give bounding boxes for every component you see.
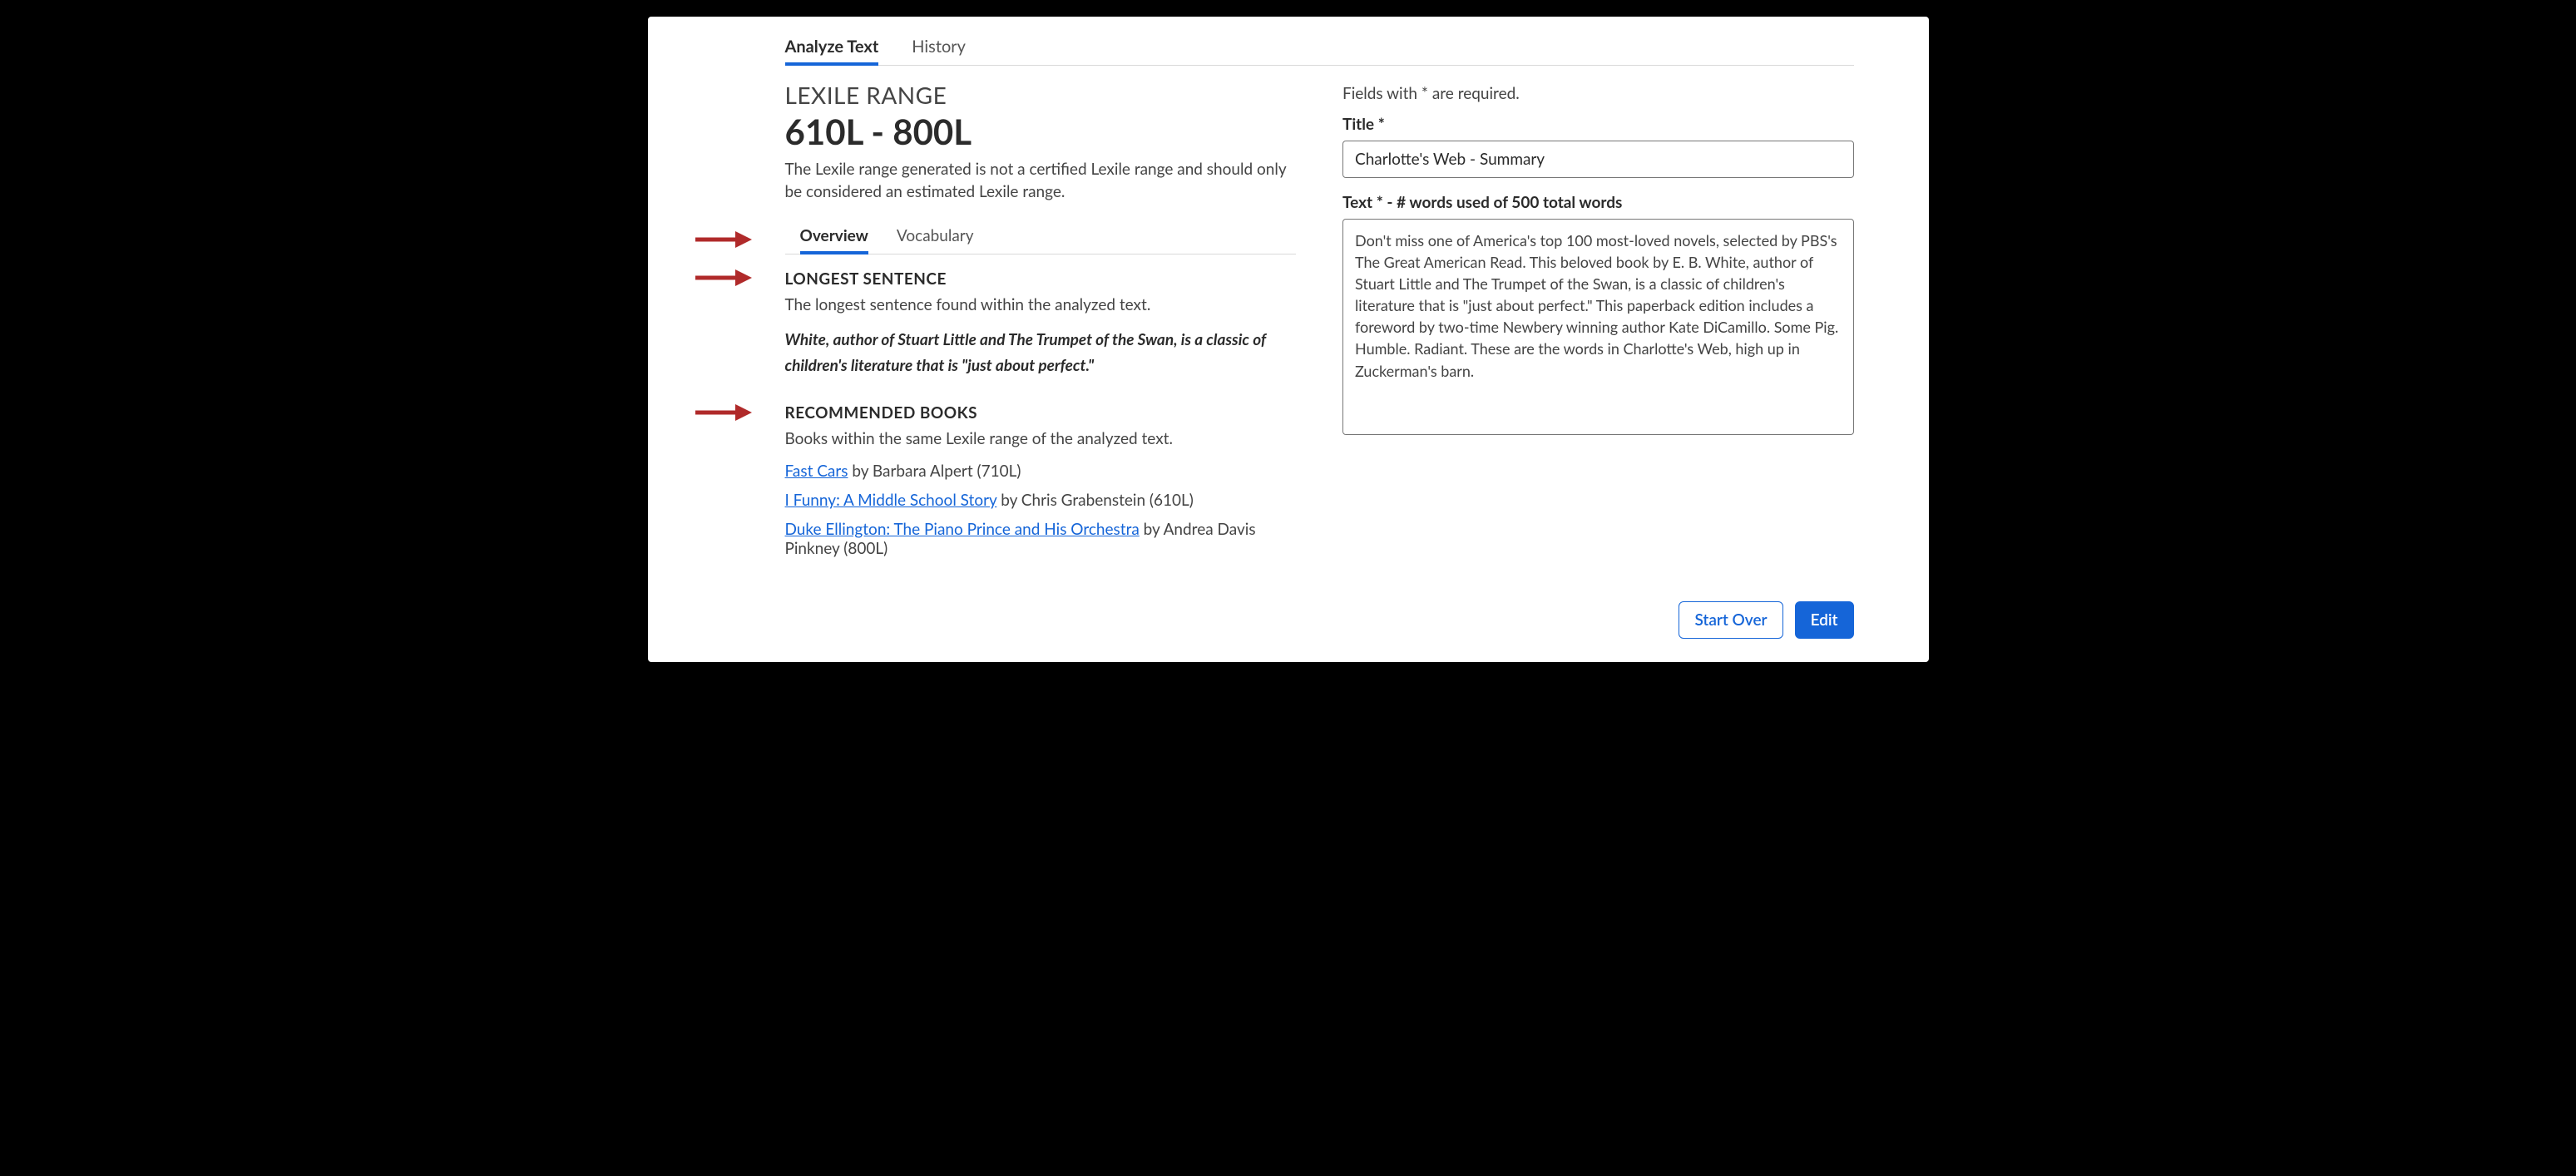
lexile-range-value: 610L - 800L <box>785 111 1297 152</box>
book-item: Duke Ellington: The Piano Prince and His… <box>785 520 1297 558</box>
book-link[interactable]: I Funny: A Middle School Story <box>785 491 997 510</box>
top-tab-bar: Analyze Text History <box>785 17 1854 66</box>
longest-sentence-heading: LONGEST SENTENCE <box>785 269 1297 289</box>
book-item: I Funny: A Middle School Story by Chris … <box>785 491 1297 510</box>
recommended-books-heading: RECOMMENDED BOOKS <box>785 403 1297 422</box>
longest-sentence-sub: The longest sentence found within the an… <box>785 295 1297 314</box>
start-over-button[interactable]: Start Over <box>1679 601 1782 639</box>
subtab-vocabulary[interactable]: Vocabulary <box>897 221 974 254</box>
lexile-range-note: The Lexile range generated is not a cert… <box>785 159 1297 203</box>
lexile-range-heading: LEXILE RANGE <box>785 81 1297 109</box>
two-column-layout: LEXILE RANGE 610L - 800L The Lexile rang… <box>785 81 1854 568</box>
book-meta: by Chris Grabenstein (610L) <box>996 491 1194 510</box>
recommended-books-sub: Books within the same Lexile range of th… <box>785 429 1297 448</box>
text-label: Text * - # words used of 500 total words <box>1342 193 1854 212</box>
sub-tab-bar: Overview Vocabulary <box>785 221 1297 254</box>
title-input[interactable] <box>1342 141 1854 178</box>
book-meta: by Barbara Alpert (710L) <box>848 462 1021 481</box>
action-bar: Start Over Edit <box>648 568 1929 639</box>
right-column: Fields with * are required. Title * Text… <box>1342 81 1854 568</box>
title-label: Title * <box>1342 115 1854 134</box>
content-area: Analyze Text History LEXILE RANGE 610L -… <box>648 17 1929 568</box>
tab-analyze-text[interactable]: Analyze Text <box>785 30 879 65</box>
text-textarea[interactable] <box>1342 219 1854 435</box>
text-label-rest: - # words used of 500 total words <box>1383 193 1623 212</box>
subtab-overview[interactable]: Overview <box>800 221 868 254</box>
app-window: Analyze Text History LEXILE RANGE 610L -… <box>648 17 1929 662</box>
longest-sentence-quote: White, author of Stuart Little and The T… <box>785 328 1297 378</box>
required-fields-hint: Fields with * are required. <box>1342 84 1854 103</box>
book-item: Fast Cars by Barbara Alpert (710L) <box>785 462 1297 481</box>
book-link[interactable]: Duke Ellington: The Piano Prince and His… <box>785 520 1140 539</box>
text-label-bold: Text * <box>1342 193 1383 212</box>
tab-history[interactable]: History <box>912 30 966 65</box>
book-link[interactable]: Fast Cars <box>785 462 848 481</box>
edit-button[interactable]: Edit <box>1795 601 1854 639</box>
left-column: LEXILE RANGE 610L - 800L The Lexile rang… <box>785 81 1297 568</box>
